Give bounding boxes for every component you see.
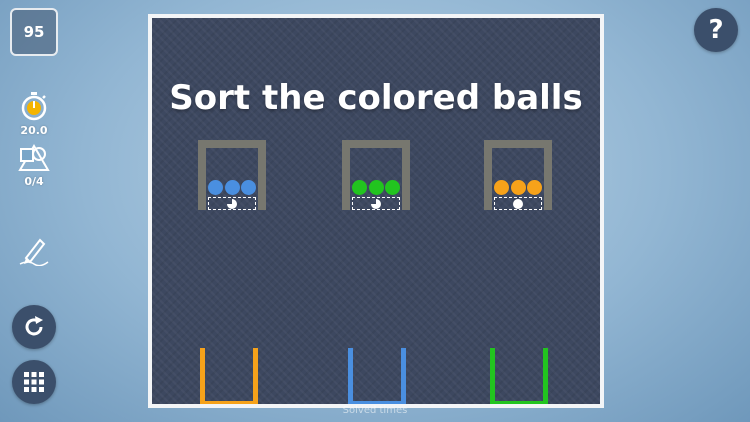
- shapes-counter: 0/4: [24, 175, 44, 188]
- release-gate[interactable]: [208, 197, 256, 210]
- menu-button[interactable]: [12, 360, 56, 404]
- solved-counter-text: Solved times: [342, 405, 408, 416]
- shapes-icon: [18, 144, 50, 171]
- target-bucket: [200, 348, 258, 404]
- stopwatch-icon: [21, 92, 47, 121]
- ball-row: [352, 180, 400, 195]
- colored-ball: [368, 180, 384, 195]
- gate-knob-icon: [227, 199, 237, 209]
- timer-value: 20.0: [20, 124, 48, 137]
- ball-row: [494, 180, 542, 195]
- question-mark-icon: ?: [708, 15, 724, 45]
- ball-row: [208, 180, 256, 195]
- release-gate[interactable]: [494, 197, 542, 210]
- colored-ball: [352, 180, 367, 195]
- restart-button[interactable]: [12, 305, 56, 349]
- game-board[interactable]: Sort the colored balls: [148, 14, 604, 408]
- puzzle-title: Sort the colored balls: [169, 78, 583, 118]
- gate-knob-icon: [371, 199, 381, 209]
- grid-menu-icon: [24, 372, 44, 392]
- colored-ball: [527, 180, 542, 195]
- gate-knob-icon: [513, 199, 523, 209]
- colored-ball: [510, 180, 526, 195]
- release-gate[interactable]: [352, 197, 400, 210]
- help-button[interactable]: ?: [694, 8, 738, 52]
- colored-ball: [224, 180, 240, 195]
- target-bucket: [490, 348, 548, 404]
- pencil-icon[interactable]: [18, 234, 50, 266]
- ball-dispenser: [484, 140, 552, 210]
- colored-ball: [385, 180, 400, 195]
- restart-icon: [25, 316, 43, 336]
- colored-ball: [208, 180, 223, 195]
- colored-ball: [494, 180, 509, 195]
- ball-dispenser: [198, 140, 266, 210]
- ball-dispenser: [342, 140, 410, 210]
- level-number: 95: [10, 8, 58, 56]
- target-bucket: [348, 348, 406, 404]
- colored-ball: [241, 180, 256, 195]
